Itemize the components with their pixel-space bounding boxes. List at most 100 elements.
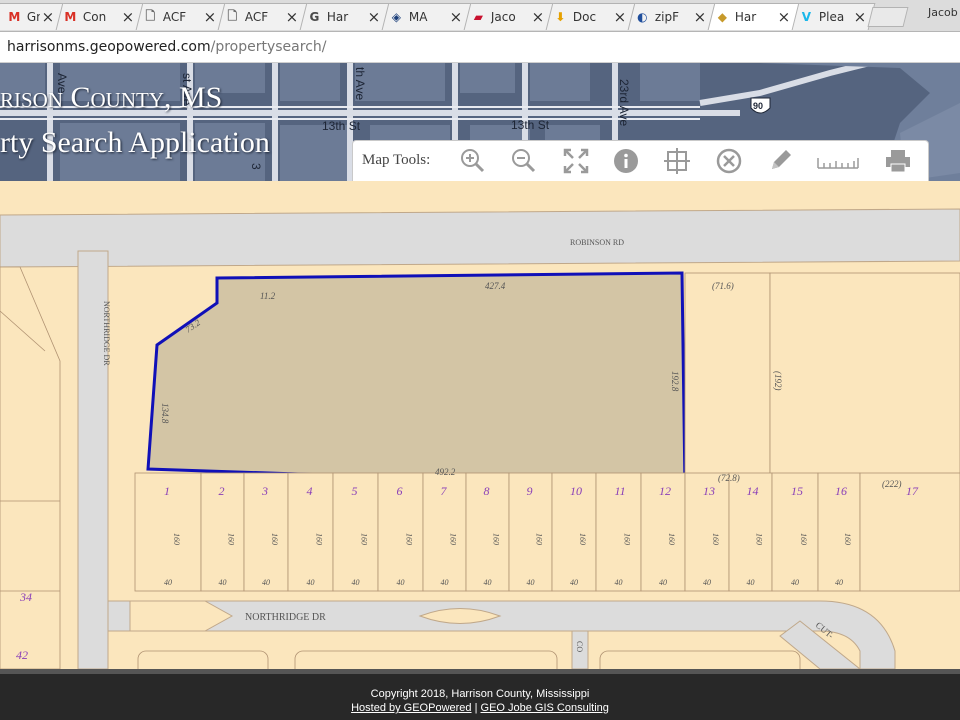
close-tab-icon[interactable]: × xyxy=(120,8,136,26)
close-tab-icon[interactable]: × xyxy=(776,8,792,26)
measure-icon xyxy=(817,158,859,169)
full-extent-button[interactable] xyxy=(561,147,591,175)
lot-width-label: 40 xyxy=(164,578,172,587)
parcel-dim-3: 427.4 xyxy=(485,281,506,291)
zoom-in-button[interactable] xyxy=(458,147,488,175)
footer-links: Hosted by GEOPowered | GEO Jobe GIS Cons… xyxy=(0,702,960,714)
crosshair-icon xyxy=(664,148,690,174)
lot-number-label: 8 xyxy=(484,484,490,498)
browser-tab[interactable]: ◆ Har × xyxy=(700,3,800,30)
highway-shield: 90 xyxy=(750,97,771,114)
road-label-robinson: ROBINSON RD xyxy=(570,238,624,247)
lot-width-label: 40 xyxy=(397,578,405,587)
profile-name[interactable]: Jacob xyxy=(928,6,958,19)
geo-icon: ◆ xyxy=(717,10,727,24)
lot-dim-d: (222) xyxy=(882,479,902,489)
browser-tab[interactable]: ▰ Jaco × xyxy=(456,3,554,30)
close-tab-icon[interactable]: × xyxy=(530,8,546,26)
browser-tab-title: Jaco xyxy=(490,10,516,24)
parcel-dim-1: 11.2 xyxy=(260,291,276,301)
robinson-road xyxy=(0,208,960,268)
lot-number-label: 13 xyxy=(703,484,715,498)
browser-tab[interactable]: 🗋 ACF × xyxy=(210,3,308,30)
footer-copyright: Copyright 2018, Harrison County, Mississ… xyxy=(370,688,590,700)
lot-number-label: 5 xyxy=(352,484,358,498)
url-host: harrisonms.geopowered.com xyxy=(7,39,211,55)
lot-depth-label: 160 xyxy=(449,533,458,545)
close-tab-icon[interactable]: × xyxy=(366,8,382,26)
hosted-by-link[interactable]: Hosted by GEOPowered xyxy=(351,702,471,714)
identify-button[interactable] xyxy=(611,147,641,175)
browser-tab-title: MA xyxy=(408,10,428,24)
lot-depth-label: 160 xyxy=(667,533,676,545)
lot-width-label: 40 xyxy=(527,578,535,587)
browser-tab[interactable]: G Har × xyxy=(292,3,390,30)
info-icon xyxy=(614,149,638,173)
map-tools-label: Map Tools: xyxy=(362,152,431,168)
lot-number-label: 10 xyxy=(570,484,582,498)
close-tab-icon[interactable]: × xyxy=(612,8,628,26)
new-tab-button[interactable] xyxy=(867,7,909,27)
lot-width-label: 40 xyxy=(747,578,755,587)
browser-tab-title: Gm xyxy=(26,10,40,24)
browser-tab[interactable]: ◐ zipF × xyxy=(620,3,716,30)
browser-tab[interactable]: ⬇ Doc × xyxy=(538,3,636,30)
url-path: /propertysearch/ xyxy=(210,39,327,55)
lot-number-label: 4 xyxy=(307,484,313,498)
browser-tab-title: Doc xyxy=(572,10,597,24)
browser-tab-title: ACF xyxy=(162,10,187,24)
print-button[interactable] xyxy=(883,147,913,175)
google-icon: G xyxy=(309,10,320,24)
lot-width-label: 40 xyxy=(570,578,578,587)
lot-width-label: 40 xyxy=(835,578,843,587)
lot-width-label: 40 xyxy=(791,578,799,587)
lot-depth-label: 160 xyxy=(227,533,236,545)
lot-depth-label: 160 xyxy=(843,533,852,545)
draw-button[interactable] xyxy=(765,147,795,175)
address-bar[interactable]: harrisonms.geopowered.com/propertysearch… xyxy=(0,32,960,63)
lot-number-label: 1 xyxy=(164,484,170,498)
clear-button[interactable] xyxy=(714,147,744,175)
browser-tab-title: Har xyxy=(326,10,349,24)
parcel-map[interactable]: ROBINSON RD NORTHRIDGE DR NORTHRIDGE DR … xyxy=(0,181,960,669)
url-text[interactable]: harrisonms.geopowered.com/propertysearch… xyxy=(7,39,326,55)
selected-parcel xyxy=(146,271,687,489)
browser-tab[interactable]: M Gm × xyxy=(0,3,64,30)
close-tab-icon[interactable]: × xyxy=(692,8,708,26)
lot-depth-label: 160 xyxy=(799,533,808,545)
close-tab-icon[interactable]: × xyxy=(202,8,218,26)
footer-separator: | xyxy=(471,702,481,714)
shield-icon: ◈ xyxy=(391,10,401,24)
lot-number-label: 6 xyxy=(397,484,403,498)
close-tab-icon[interactable]: × xyxy=(40,8,56,26)
zipform-icon: ◐ xyxy=(637,10,648,24)
zoom-out-button[interactable] xyxy=(509,147,539,175)
lot-depth-label: 160 xyxy=(492,533,501,545)
browser-tab[interactable]: 🗋 ACF × xyxy=(128,3,226,30)
site-subtitle: rty Search Application xyxy=(0,126,270,159)
lot-number-label: 7 xyxy=(441,484,448,498)
lot-width-label: 40 xyxy=(659,578,667,587)
road-label-northridge: NORTHRIDGE DR xyxy=(245,612,326,623)
locate-button[interactable] xyxy=(662,147,692,175)
lot-number-label: 16 xyxy=(835,484,847,498)
parcel-map-canvas[interactable]: ROBINSON RD NORTHRIDGE DR NORTHRIDGE DR … xyxy=(0,181,960,669)
lot-width-label: 40 xyxy=(352,578,360,587)
browser-tab[interactable]: ◈ MA × xyxy=(374,3,472,30)
lot-number-label: 34 xyxy=(19,590,32,604)
lot-depth-label: 160 xyxy=(623,533,632,545)
lot-width-label: 40 xyxy=(441,578,449,587)
lot-number-label: 12 xyxy=(659,484,671,498)
zoom-in-icon xyxy=(461,149,485,173)
close-tab-icon[interactable]: × xyxy=(284,8,300,26)
browser-tab-strip: V Plea × ◆ Har × ◐ zipF × ⬇ Doc × ▰ Jaco × ◈ MA × G Har × 🗋 AC… xyxy=(0,0,960,32)
lot-number-label: 11 xyxy=(615,484,626,498)
lot-width-label: 40 xyxy=(484,578,492,587)
lot-number-label: 42 xyxy=(16,648,28,662)
measure-button[interactable] xyxy=(815,147,861,175)
gmail-icon: M xyxy=(64,10,77,24)
close-tab-icon[interactable]: × xyxy=(448,8,464,26)
close-tab-icon[interactable]: × xyxy=(852,8,868,26)
browser-tab[interactable]: M Con × xyxy=(48,3,144,30)
consulting-link[interactable]: GEO Jobe GIS Consulting xyxy=(481,702,609,714)
